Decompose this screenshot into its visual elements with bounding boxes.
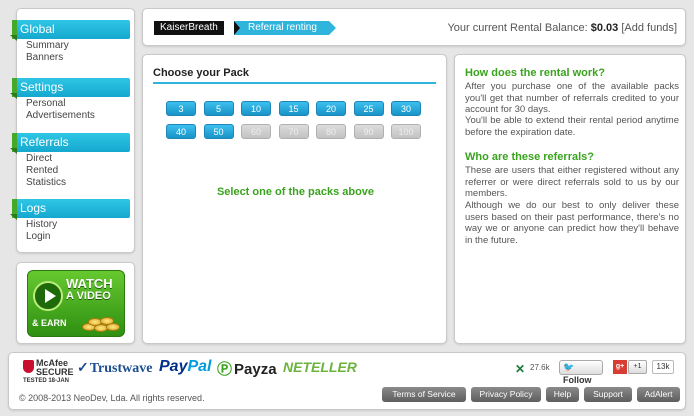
play-icon [33,281,63,311]
pack-button-10[interactable]: 10 [241,101,271,116]
mcafee-tested-date: TESTED 18-JAN [23,378,70,384]
sidebar-section-settings: Settings Personal Advertisements [10,78,130,122]
footer: McAfee SECURE TESTED 18-JAN Trustwave Pa… [8,352,686,410]
sidebar-item-history[interactable]: History [12,219,130,231]
breadcrumb-username[interactable]: KaiserBreath [154,21,224,35]
sidebar-item-login[interactable]: Login [12,231,130,243]
adalert-button[interactable]: AdAlert [637,387,680,402]
trustwave-logo[interactable]: Trustwave [77,360,153,377]
sidebar-item-direct[interactable]: Direct [12,153,130,165]
info-text-rental-1: After you purchase one of the available … [465,81,679,115]
balance-label: Your current Rental Balance: [447,22,588,34]
terms-of-service-button[interactable]: Terms of Service [382,387,466,402]
pack-button-80: 80 [316,124,346,139]
watch-video-banner[interactable]: WATCH A VIDEO & EARN [27,270,125,337]
sidebar-section-global: Global Summary Banners [10,20,130,64]
pack-panel: Choose your Pack 3 5 10 15 20 25 30 40 50 60 70 80 9… [142,54,447,344]
google-plus-icon[interactable]: g+ [613,360,627,374]
add-funds-link[interactable]: Add funds [624,22,674,34]
pack-button-70: 70 [278,124,309,139]
mcafee-text: McAfee SECURE [36,358,74,377]
plus-one-count: 13k [652,360,674,374]
info-text-rental-2: You'll be able to extend their rental pe… [465,115,679,138]
pack-button-25[interactable]: 25 [353,101,384,116]
sidebar-header-referrals[interactable]: Referrals [10,133,130,154]
sidebar-header-settings[interactable]: Settings [10,78,130,99]
paypal-logo[interactable]: PayPal [159,358,211,376]
pack-button-5[interactable]: 5 [203,101,234,116]
sidebar-item-advertisements[interactable]: Advertisements [12,110,130,122]
x-social-icon[interactable]: ✕ [515,362,525,376]
sidebar: Global Summary Banners Settings Personal… [10,8,135,253]
pack-button-60: 60 [241,124,271,139]
plus-one-button[interactable]: +1 [628,360,647,374]
balance-amount: $0.03 [590,22,619,34]
help-button[interactable]: Help [546,387,579,402]
pack-button-15[interactable]: 15 [278,101,309,116]
pack-hint: Select one of the packs above [216,186,375,198]
watch-video-text: WATCH A VIDEO [66,277,113,303]
top-bar: KaiserBreath Referral renting Your curre… [142,8,686,46]
twitter-bird-icon: 🐦 [563,362,575,372]
sidebar-section-referrals: Referrals Direct Rented Statistics [10,133,130,189]
mcafee-secure-logo[interactable]: McAfee SECURE TESTED 18-JAN [23,358,74,386]
sidebar-header-logs[interactable]: Logs [10,199,130,220]
sidebar-item-personal[interactable]: Personal [12,98,130,110]
sidebar-item-rented[interactable]: Rented [12,165,130,177]
watch-line-2: A VIDEO [66,290,111,302]
sidebar-item-banners[interactable]: Banners [12,52,130,64]
rental-balance: Your current Rental Balance: $0.03 [Add … [447,22,677,34]
pack-button-100: 100 [391,124,421,139]
info-text-referrals-1: These are users that either registered w… [465,165,679,199]
neteller-logo[interactable]: NETELLER [283,359,357,375]
coins-icon [80,315,122,333]
sidebar-header-global[interactable]: Global [10,20,130,41]
earn-text: & EARN [32,318,67,328]
x-social-count: 27.6k [530,363,550,372]
watch-line-1: WATCH [66,276,113,291]
privacy-policy-button[interactable]: Privacy Policy [471,387,541,402]
pack-button-50[interactable]: 50 [203,124,234,139]
pack-button-30[interactable]: 30 [391,101,421,116]
payza-logo[interactable]: Payza [217,358,277,379]
video-panel: WATCH A VIDEO & EARN [16,262,135,344]
mcafee-shield-icon [23,360,34,373]
breadcrumb-current: Referral renting [234,21,336,35]
sidebar-section-logs: Logs History Login [10,199,130,243]
copyright-text: © 2008-2013 NeoDev, Lda. All rights rese… [19,393,205,403]
pack-button-20[interactable]: 20 [316,101,346,116]
pack-button-90: 90 [353,124,384,139]
twitter-follow-button[interactable]: 🐦 Follow [559,360,603,385]
sidebar-item-summary[interactable]: Summary [12,40,130,52]
pack-title: Choose your Pack [153,67,436,84]
info-heading-rental: How does the rental work? [465,67,605,79]
info-heading-referrals: Who are these referrals? [465,151,594,163]
info-panel: How does the rental work? After you purc… [454,54,686,344]
pack-button-40[interactable]: 40 [166,124,196,139]
info-text-referrals-2: Although we do our best to only deliver … [465,200,679,246]
pack-button-3[interactable]: 3 [166,101,196,116]
sidebar-item-statistics[interactable]: Statistics [12,177,130,189]
support-button[interactable]: Support [584,387,632,402]
